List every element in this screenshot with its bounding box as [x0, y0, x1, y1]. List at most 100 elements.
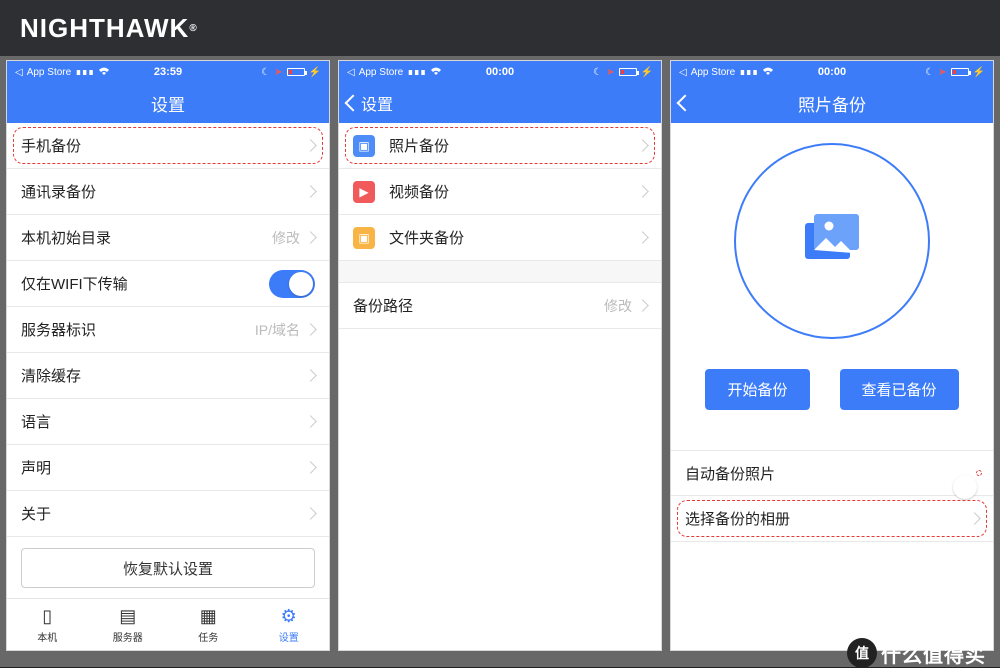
- row-contacts-backup[interactable]: 通讯录备份: [7, 169, 329, 215]
- charge-icon: ⚡: [641, 67, 653, 78]
- status-bar: 00:00 ◁ App Store ∎∎∎ ☾ ➤ ⚡: [339, 61, 661, 83]
- wifi-icon: [98, 66, 110, 79]
- tab-settings[interactable]: ⚙ 设置: [249, 599, 330, 650]
- signal-icon: ∎∎∎: [407, 67, 426, 78]
- row-label: 通讯录备份: [21, 181, 306, 202]
- nav-bar: 设置: [7, 83, 329, 123]
- wifi-icon: [430, 66, 442, 79]
- wifi-icon: [762, 66, 774, 79]
- chevron-right-icon: [306, 367, 315, 384]
- chevron-right-icon: [306, 505, 315, 522]
- back-button[interactable]: 设置: [347, 91, 393, 115]
- signal-icon: ∎∎∎: [739, 67, 758, 78]
- chevron-right-icon: [970, 510, 979, 527]
- screen-backup-types: 00:00 ◁ App Store ∎∎∎ ☾ ➤ ⚡ 设置 ▣: [338, 60, 662, 651]
- row-statement[interactable]: 声明: [7, 445, 329, 491]
- video-icon: ▶: [353, 181, 375, 203]
- location-icon: ➤: [938, 67, 946, 78]
- wifi-only-toggle[interactable]: [269, 270, 315, 298]
- nav-bar: 设置: [339, 83, 661, 123]
- screen-settings: 23:59 ◁ App Store ∎∎∎ ☾ ➤ ⚡ 设置 手机备份: [6, 60, 330, 651]
- tab-server[interactable]: ▤ 服务器: [88, 599, 169, 650]
- brand-text: NIGHTHAWK: [20, 13, 189, 44]
- moon-icon: ☾: [593, 67, 602, 78]
- photo-illustration: [734, 143, 930, 339]
- row-label: 服务器标识: [21, 319, 255, 340]
- chevron-right-icon: [638, 229, 647, 246]
- backup-type-list: ▣ 照片备份 ▶ 视频备份 ▣ 文件夹备份 备份路径 修改: [339, 123, 661, 650]
- chevron-right-icon: [638, 297, 647, 314]
- row-label: 关于: [21, 503, 306, 524]
- back-to-appstore[interactable]: ◁: [15, 67, 23, 78]
- row-photo-backup[interactable]: ▣ 照片备份: [339, 123, 661, 169]
- row-phone-backup[interactable]: 手机备份: [7, 123, 329, 169]
- row-select-album[interactable]: 选择备份的相册: [671, 496, 993, 542]
- phone-icon: ▯: [42, 606, 52, 627]
- chevron-right-icon: [306, 183, 315, 200]
- view-backed-button[interactable]: 查看已备份: [840, 369, 959, 410]
- row-label: 本机初始目录: [21, 227, 272, 248]
- server-icon: ▤: [119, 606, 136, 627]
- row-folder-backup[interactable]: ▣ 文件夹备份: [339, 215, 661, 261]
- row-about[interactable]: 关于: [7, 491, 329, 537]
- charge-icon: ⚡: [973, 67, 985, 78]
- row-server-id[interactable]: 服务器标识 IP/域名: [7, 307, 329, 353]
- signal-icon: ∎∎∎: [75, 67, 94, 78]
- watermark-text: 什么值得买: [881, 639, 986, 668]
- row-language[interactable]: 语言: [7, 399, 329, 445]
- restore-defaults-button[interactable]: 恢复默认设置: [21, 548, 315, 588]
- chevron-right-icon: [306, 137, 315, 154]
- row-label: 手机备份: [21, 135, 306, 156]
- appstore-label[interactable]: App Store: [359, 67, 403, 78]
- watermark-bar: 值 什么值得买: [0, 651, 1000, 667]
- row-wifi-only[interactable]: 仅在WIFI下传输: [7, 261, 329, 307]
- row-label: 照片备份: [389, 135, 638, 156]
- chevron-right-icon: [306, 229, 315, 246]
- page-title: 设置: [151, 91, 185, 116]
- section-gap: [339, 261, 661, 283]
- row-label: 声明: [21, 457, 306, 478]
- tasks-icon: ▦: [200, 606, 217, 627]
- chevron-right-icon: [306, 459, 315, 476]
- tab-local[interactable]: ▯ 本机: [7, 599, 88, 650]
- moon-icon: ☾: [925, 67, 934, 78]
- back-button[interactable]: [679, 93, 691, 114]
- location-icon: ➤: [274, 67, 282, 78]
- moon-icon: ☾: [261, 67, 270, 78]
- appstore-label[interactable]: App Store: [27, 67, 71, 78]
- row-label: 视频备份: [389, 181, 638, 202]
- row-initial-dir[interactable]: 本机初始目录 修改: [7, 215, 329, 261]
- row-clear-cache[interactable]: 清除缓存: [7, 353, 329, 399]
- battery-icon: [951, 68, 969, 76]
- chevron-right-icon: [638, 137, 647, 154]
- status-bar: 00:00 ◁ App Store ∎∎∎ ☾ ➤ ⚡: [671, 61, 993, 83]
- back-to-appstore[interactable]: ◁: [679, 67, 687, 78]
- chevron-left-icon: [679, 93, 691, 114]
- tab-bar: ▯ 本机 ▤ 服务器 ▦ 任务 ⚙ 设置: [7, 598, 329, 650]
- pictures-icon: [796, 205, 868, 277]
- row-label: 自动备份照片: [685, 463, 979, 484]
- action-buttons: 开始备份 查看已备份: [671, 369, 993, 410]
- battery-icon: [619, 68, 637, 76]
- tab-tasks[interactable]: ▦ 任务: [168, 599, 249, 650]
- brand-bar: NIGHTHAWK®: [0, 0, 1000, 56]
- row-video-backup[interactable]: ▶ 视频备份: [339, 169, 661, 215]
- phones-container: 23:59 ◁ App Store ∎∎∎ ☾ ➤ ⚡ 设置 手机备份: [0, 56, 1000, 651]
- row-value: 修改: [604, 296, 632, 316]
- back-to-appstore[interactable]: ◁: [347, 67, 355, 78]
- row-value: IP/域名: [255, 320, 300, 340]
- photo-icon: ▣: [353, 135, 375, 157]
- row-auto-backup[interactable]: 自动备份照片: [671, 450, 993, 496]
- appstore-label[interactable]: App Store: [691, 67, 735, 78]
- row-label: 选择备份的相册: [685, 508, 970, 529]
- battery-icon: [287, 68, 305, 76]
- row-backup-path[interactable]: 备份路径 修改: [339, 283, 661, 329]
- charge-icon: ⚡: [309, 67, 321, 78]
- photo-backup-content: 开始备份 查看已备份 自动备份照片 选择备份的相册: [671, 123, 993, 650]
- nav-bar: 照片备份: [671, 83, 993, 123]
- row-label: 备份路径: [353, 295, 604, 316]
- status-bar: 23:59 ◁ App Store ∎∎∎ ☾ ➤ ⚡: [7, 61, 329, 83]
- chevron-right-icon: [306, 321, 315, 338]
- row-label: 文件夹备份: [389, 227, 638, 248]
- start-backup-button[interactable]: 开始备份: [705, 369, 809, 410]
